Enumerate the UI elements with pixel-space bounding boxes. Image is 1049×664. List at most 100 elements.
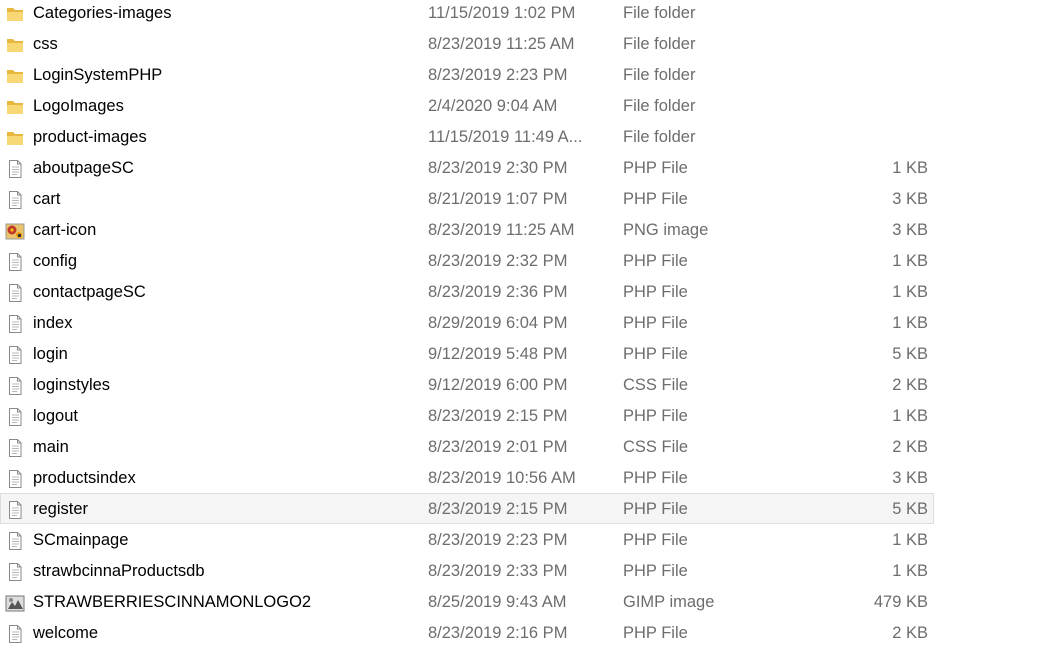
file-type: File folder bbox=[623, 128, 696, 146]
file-date-modified: 8/29/2019 6:04 PM bbox=[428, 314, 568, 332]
file-size: 2 KB bbox=[892, 376, 928, 394]
file-name: welcome bbox=[33, 624, 99, 642]
file-icon bbox=[5, 314, 25, 334]
file-icon bbox=[5, 500, 25, 520]
file-date-modified: 8/23/2019 11:25 AM bbox=[428, 35, 575, 53]
file-icon bbox=[5, 283, 25, 303]
file-date-modified: 8/25/2019 9:43 AM bbox=[428, 593, 567, 611]
file-size: 2 KB bbox=[892, 438, 928, 456]
file-row[interactable]: main 8/23/2019 2:01 PM CSS File 2 KB bbox=[0, 431, 934, 462]
file-row[interactable]: index 8/29/2019 6:04 PM PHP File 1 KB bbox=[0, 307, 934, 338]
file-type: PHP File bbox=[623, 562, 688, 580]
file-icon bbox=[5, 376, 25, 396]
file-size: 3 KB bbox=[892, 469, 928, 487]
file-name: index bbox=[33, 314, 73, 332]
file-date-modified: 9/12/2019 6:00 PM bbox=[428, 376, 568, 394]
file-name: aboutpageSC bbox=[33, 159, 134, 177]
file-type: File folder bbox=[623, 66, 696, 84]
file-type: PHP File bbox=[623, 159, 688, 177]
file-date-modified: 8/23/2019 2:36 PM bbox=[428, 283, 568, 301]
file-icon bbox=[5, 252, 25, 272]
file-row[interactable]: LogoImages 2/4/2020 9:04 AM File folder bbox=[0, 90, 934, 121]
file-name: contactpageSC bbox=[33, 283, 146, 301]
file-size: 3 KB bbox=[892, 190, 928, 208]
file-row[interactable]: login 9/12/2019 5:48 PM PHP File 5 KB bbox=[0, 338, 934, 369]
file-date-modified: 11/15/2019 11:49 A... bbox=[428, 128, 583, 146]
folder-icon bbox=[5, 97, 25, 117]
file-row[interactable]: contactpageSC 8/23/2019 2:36 PM PHP File… bbox=[0, 276, 934, 307]
file-date-modified: 8/23/2019 2:15 PM bbox=[428, 407, 568, 425]
file-icon bbox=[5, 469, 25, 489]
file-type: PHP File bbox=[623, 469, 688, 487]
file-row[interactable]: LoginSystemPHP 8/23/2019 2:23 PM File fo… bbox=[0, 59, 934, 90]
file-date-modified: 2/4/2020 9:04 AM bbox=[428, 97, 558, 115]
file-row[interactable]: cart-icon 8/23/2019 11:25 AM PNG image 3… bbox=[0, 214, 934, 245]
file-name: STRAWBERRIESCINNAMONLOGO2 bbox=[33, 593, 312, 611]
file-size: 1 KB bbox=[892, 531, 928, 549]
file-type: PHP File bbox=[623, 283, 688, 301]
file-date-modified: 8/23/2019 10:56 AM bbox=[428, 469, 576, 487]
file-name: cart bbox=[33, 190, 61, 208]
file-type: File folder bbox=[623, 97, 696, 115]
file-type: PHP File bbox=[623, 531, 688, 549]
file-name: logout bbox=[33, 407, 78, 425]
file-size: 1 KB bbox=[892, 159, 928, 177]
file-name: strawbcinnaProductsdb bbox=[33, 562, 205, 580]
file-row[interactable]: strawbcinnaProductsdb 8/23/2019 2:33 PM … bbox=[0, 555, 934, 586]
file-list: Categories-images 11/15/2019 1:02 PM Fil… bbox=[0, 0, 934, 648]
file-row[interactable]: css 8/23/2019 11:25 AM File folder bbox=[0, 28, 934, 59]
file-name: LogoImages bbox=[33, 97, 124, 115]
file-name: css bbox=[33, 35, 58, 53]
file-type: File folder bbox=[623, 35, 696, 53]
file-row[interactable]: Categories-images 11/15/2019 1:02 PM Fil… bbox=[0, 0, 934, 28]
file-date-modified: 8/23/2019 2:32 PM bbox=[428, 252, 568, 270]
file-date-modified: 8/23/2019 2:01 PM bbox=[428, 438, 568, 456]
file-size: 1 KB bbox=[892, 562, 928, 580]
file-size: 3 KB bbox=[892, 221, 928, 239]
file-date-modified: 9/12/2019 5:48 PM bbox=[428, 345, 568, 363]
file-icon bbox=[5, 624, 25, 644]
file-type: PHP File bbox=[623, 345, 688, 363]
file-row[interactable]: welcome 8/23/2019 2:16 PM PHP File 2 KB bbox=[0, 617, 934, 648]
file-row[interactable]: SCmainpage 8/23/2019 2:23 PM PHP File 1 … bbox=[0, 524, 934, 555]
file-size: 5 KB bbox=[892, 500, 928, 518]
file-icon bbox=[5, 438, 25, 458]
file-size: 479 KB bbox=[873, 593, 928, 611]
file-row[interactable]: aboutpageSC 8/23/2019 2:30 PM PHP File 1… bbox=[0, 152, 934, 183]
file-name: loginstyles bbox=[33, 376, 111, 394]
file-type: PHP File bbox=[623, 314, 688, 332]
file-row[interactable]: cart 8/21/2019 1:07 PM PHP File 3 KB bbox=[0, 183, 934, 214]
folder-icon bbox=[5, 35, 25, 55]
file-type: GIMP image bbox=[623, 593, 715, 611]
file-date-modified: 8/23/2019 2:23 PM bbox=[428, 531, 568, 549]
file-size: 5 KB bbox=[892, 345, 928, 363]
file-name: productsindex bbox=[33, 469, 136, 487]
file-name: Categories-images bbox=[33, 4, 172, 22]
file-date-modified: 8/21/2019 1:07 PM bbox=[428, 190, 568, 208]
file-type: PNG image bbox=[623, 221, 709, 239]
file-date-modified: 8/23/2019 2:16 PM bbox=[428, 624, 568, 642]
file-type: CSS File bbox=[623, 376, 689, 394]
file-icon bbox=[5, 407, 25, 427]
file-row[interactable]: loginstyles 9/12/2019 6:00 PM CSS File 2… bbox=[0, 369, 934, 400]
file-name: login bbox=[33, 345, 68, 363]
file-row[interactable]: STRAWBERRIESCINNAMONLOGO2 8/25/2019 9:43… bbox=[0, 586, 934, 617]
file-type: PHP File bbox=[623, 500, 688, 518]
file-size: 1 KB bbox=[892, 283, 928, 301]
file-row[interactable]: config 8/23/2019 2:32 PM PHP File 1 KB bbox=[0, 245, 934, 276]
file-row[interactable]: product-images 11/15/2019 11:49 A... Fil… bbox=[0, 121, 934, 152]
file-size: 2 KB bbox=[892, 624, 928, 642]
file-type: CSS File bbox=[623, 438, 689, 456]
file-type: File folder bbox=[623, 4, 696, 22]
folder-icon bbox=[5, 66, 25, 86]
file-icon bbox=[5, 345, 25, 365]
image-icon bbox=[5, 221, 25, 241]
file-row[interactable]: logout 8/23/2019 2:15 PM PHP File 1 KB bbox=[0, 400, 934, 431]
file-size: 1 KB bbox=[892, 252, 928, 270]
file-type: PHP File bbox=[623, 252, 688, 270]
file-row[interactable]: register 8/23/2019 2:15 PM PHP File 5 KB bbox=[0, 493, 934, 524]
file-row[interactable]: productsindex 8/23/2019 10:56 AM PHP Fil… bbox=[0, 462, 934, 493]
file-icon bbox=[5, 531, 25, 551]
file-size: 1 KB bbox=[892, 314, 928, 332]
file-icon bbox=[5, 562, 25, 582]
